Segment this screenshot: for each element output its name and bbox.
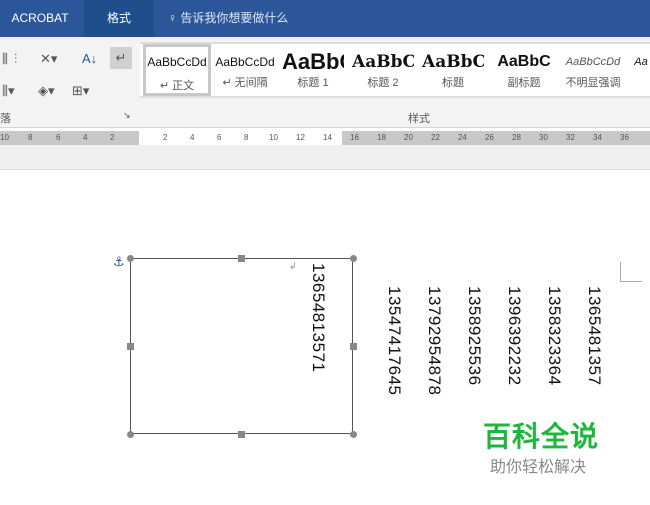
style-name: 标题 [442,77,464,89]
style-heading-1[interactable]: AaBbC 标题 1 [282,44,344,96]
paragraph-group-label: 落 [0,113,11,125]
style-subtitle[interactable]: AaBbC 副标题 [492,44,556,96]
show-marks-icon[interactable]: ↵ [110,47,132,69]
resize-handle[interactable] [350,255,357,262]
style-preview: AaBbC [352,52,414,72]
resize-handle[interactable] [127,343,134,350]
ruler-tick: 30 [539,133,548,142]
shading-icon[interactable]: ◈▾ [38,83,55,99]
ruler-tick: 18 [377,133,386,142]
distribute-icon[interactable]: ⫶ [14,51,17,67]
style-name: 副标题 [507,77,541,89]
anchor-icon: ⚓ [113,254,125,269]
style-preview: AaBbC [282,49,344,74]
tell-me-search[interactable]: ♀ 告诉我你想要做什么 [168,0,288,37]
resize-handle[interactable] [350,431,357,438]
phone-number[interactable]: 1358323364 [544,286,564,386]
page-gap [0,145,650,170]
resize-handle[interactable] [238,255,245,262]
ruler-tick: 36 [620,133,629,142]
style-name: 标题 1 [297,77,329,89]
phone-number[interactable]: 13547417645 [384,286,404,396]
style-more[interactable]: Aa [632,44,650,96]
watermark-subtitle: 助你轻松解决 [490,459,587,476]
ruler-tick: 14 [323,133,332,142]
phone-number[interactable]: 1358925536 [464,286,484,386]
resize-handle[interactable] [350,343,357,350]
ruler-tick: 4 [190,133,195,142]
watermark-title: 百科全说 [483,421,600,452]
ruler-tick: 2 [110,133,115,142]
tab-format[interactable]: 格式 [84,0,154,37]
ruler-tick: 26 [485,133,494,142]
horizontal-ruler[interactable]: 10 8 6 4 2 2 4 6 8 10 12 14 16 18 20 22 … [0,131,650,145]
style-heading-2[interactable]: AaBbC 标题 2 [352,44,414,96]
tell-me-text: 告诉我你想要做什么 [180,11,289,25]
style-preview: AaBbCcDd [147,55,207,69]
margin-corner-mark [620,262,642,282]
borders-icon[interactable]: ⊞▾ [72,83,89,99]
ribbon: ⫼ ⫶ ✕▾ A↓ ↵ ⫼▾ ◈▾ ⊞▾ 落 ↘ AaBbCcDd ↵ 正文 Aa… [0,37,650,128]
sort-icon[interactable]: A↓ [82,51,97,66]
ruler-tick: 24 [458,133,467,142]
ruler-tick: 10 [269,133,278,142]
spacing-icon[interactable]: ⫼▾ [2,83,15,99]
style-preview: AaBbC [422,52,484,72]
style-preview: AaBbCcDd [565,56,621,68]
paragraph-mark-icon: ↲ [289,261,297,271]
phone-number[interactable]: 13792954878 [424,286,444,396]
style-name: 标题 2 [367,77,399,89]
resize-handle[interactable] [238,431,245,438]
ruler-tick: 12 [296,133,305,142]
ruler-tick: 8 [28,133,33,142]
ruler-tick: 22 [431,133,440,142]
ruler-tick: 10 [0,133,9,142]
paragraph-tools: ⫼ ⫶ ✕▾ A↓ ↵ ⫼▾ ◈▾ ⊞▾ [0,45,135,105]
ruler-tick: 6 [217,133,222,142]
ruler-tick: 34 [593,133,602,142]
lightbulb-icon: ♀ [168,11,177,25]
ruler-tick: 16 [350,133,359,142]
style-preview: Aa [634,56,648,68]
ruler-tick: 6 [56,133,61,142]
text-direction-icon[interactable]: ✕▾ [40,51,57,67]
style-name: 不明显强调 [565,77,621,89]
phone-number[interactable]: 1396392232 [504,286,524,386]
textbox-number[interactable]: 13654813571 [308,263,328,373]
styles-gallery: AaBbCcDd ↵ 正文 AaBbCcDd ↵ 无间隔 AaBbC 标题 1 AaB… [140,42,650,98]
style-no-spacing[interactable]: AaBbCcDd ↵ 无间隔 [212,44,278,96]
resize-handle[interactable] [127,255,134,262]
style-subtle-emphasis[interactable]: AaBbCcDd 不明显强调 [560,44,626,96]
ruler-tick: 8 [244,133,249,142]
ruler-tick: 2 [163,133,168,142]
align-icon[interactable]: ⫼ [2,51,8,67]
style-title[interactable]: AaBbC 标题 [422,44,484,96]
style-preview: AaBbC [497,53,551,70]
ruler-tick: 4 [83,133,88,142]
style-name: ↵ 无间隔 [222,77,268,89]
style-preview: AaBbCcDd [215,55,275,69]
phone-number[interactable]: 1365481357 [584,286,604,386]
styles-group-label: 样式 [408,113,430,125]
title-bar: ACROBAT 格式 ♀ 告诉我你想要做什么 [0,0,650,37]
style-name: ↵ 正文 [159,80,195,92]
ruler-tick: 20 [404,133,413,142]
ruler-tick: 32 [566,133,575,142]
resize-handle[interactable] [127,431,134,438]
dialog-launcher-icon[interactable]: ↘ [123,110,131,121]
tab-acrobat[interactable]: ACROBAT [0,0,80,37]
ruler-tick: 28 [512,133,521,142]
style-normal[interactable]: AaBbCcDd ↵ 正文 [143,44,211,96]
